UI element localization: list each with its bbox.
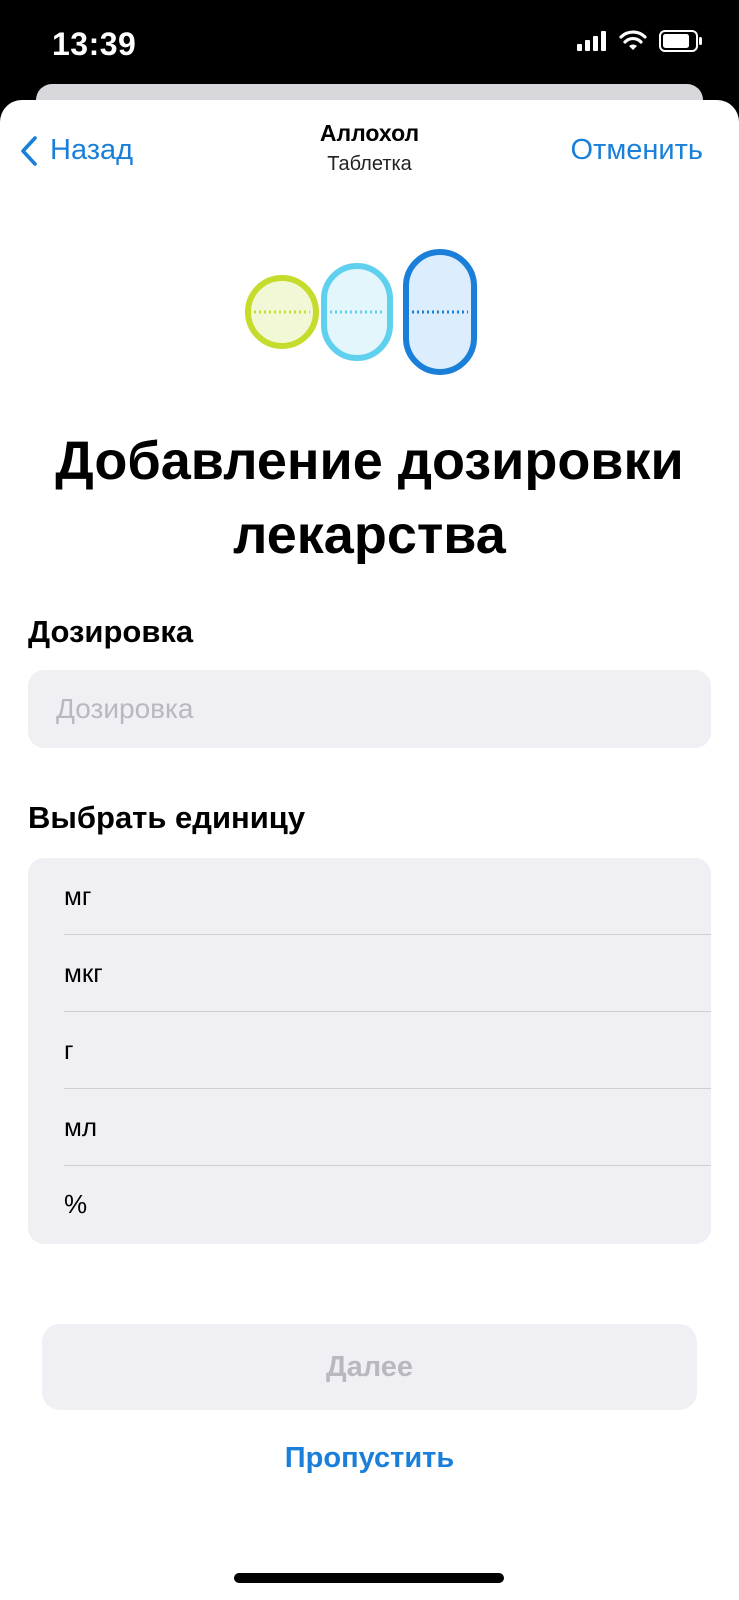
- unit-item-g[interactable]: г: [28, 1012, 711, 1089]
- unit-item-percent[interactable]: %: [28, 1166, 711, 1243]
- unit-item-mg[interactable]: мг: [28, 858, 711, 935]
- unit-list: мг мкг г мл %: [28, 858, 711, 1244]
- unit-item-mcg[interactable]: мкг: [28, 935, 711, 1012]
- unit-item-label: г: [64, 1035, 74, 1065]
- dosage-input[interactable]: [28, 670, 711, 748]
- signal-icon: [577, 31, 606, 51]
- skip-button[interactable]: Пропустить: [0, 1442, 739, 1475]
- unit-item-label: %: [64, 1189, 88, 1219]
- wifi-icon: [619, 30, 647, 50]
- dosage-sheet: Назад Аллохол Таблетка Отменить Добавлен…: [0, 100, 739, 1600]
- status-icons: [577, 30, 703, 52]
- oval-pill-icon: [321, 263, 393, 361]
- pills-illustration: [245, 249, 477, 375]
- cancel-button[interactable]: Отменить: [570, 134, 703, 167]
- page-title: Добавление дозировки лекарства: [55, 431, 684, 565]
- unit-item-ml[interactable]: мл: [28, 1089, 711, 1166]
- unit-item-label: мкг: [64, 958, 103, 988]
- unit-item-label: мл: [64, 1112, 98, 1142]
- next-button[interactable]: Далее: [42, 1324, 697, 1410]
- dosage-label: Дозировка: [28, 614, 194, 649]
- capsule-pill-icon: [403, 249, 477, 375]
- unit-item-label: мг: [64, 881, 92, 911]
- status-bar: 13:39: [0, 0, 739, 88]
- status-time: 13:39: [52, 26, 137, 62]
- unit-label: Выбрать единицу: [28, 800, 306, 835]
- home-indicator: [234, 1573, 504, 1583]
- round-pill-icon: [245, 275, 319, 349]
- screen: 13:39 Назад Аллохол Таблетка Отменить До…: [0, 0, 739, 1600]
- battery-icon: [659, 30, 702, 52]
